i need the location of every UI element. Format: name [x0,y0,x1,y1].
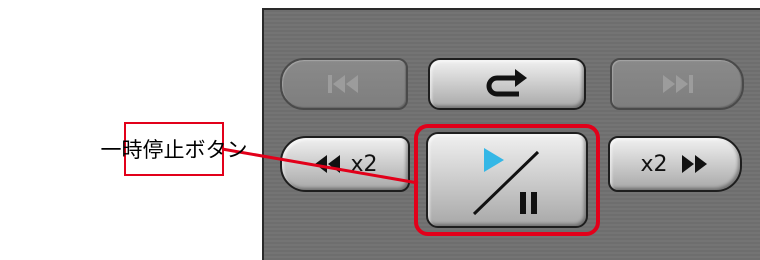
callout-label: 一時停止ボタン [101,122,248,176]
callout-text: 一時停止ボタン [100,138,248,162]
callout-leader-line [221,147,419,185]
